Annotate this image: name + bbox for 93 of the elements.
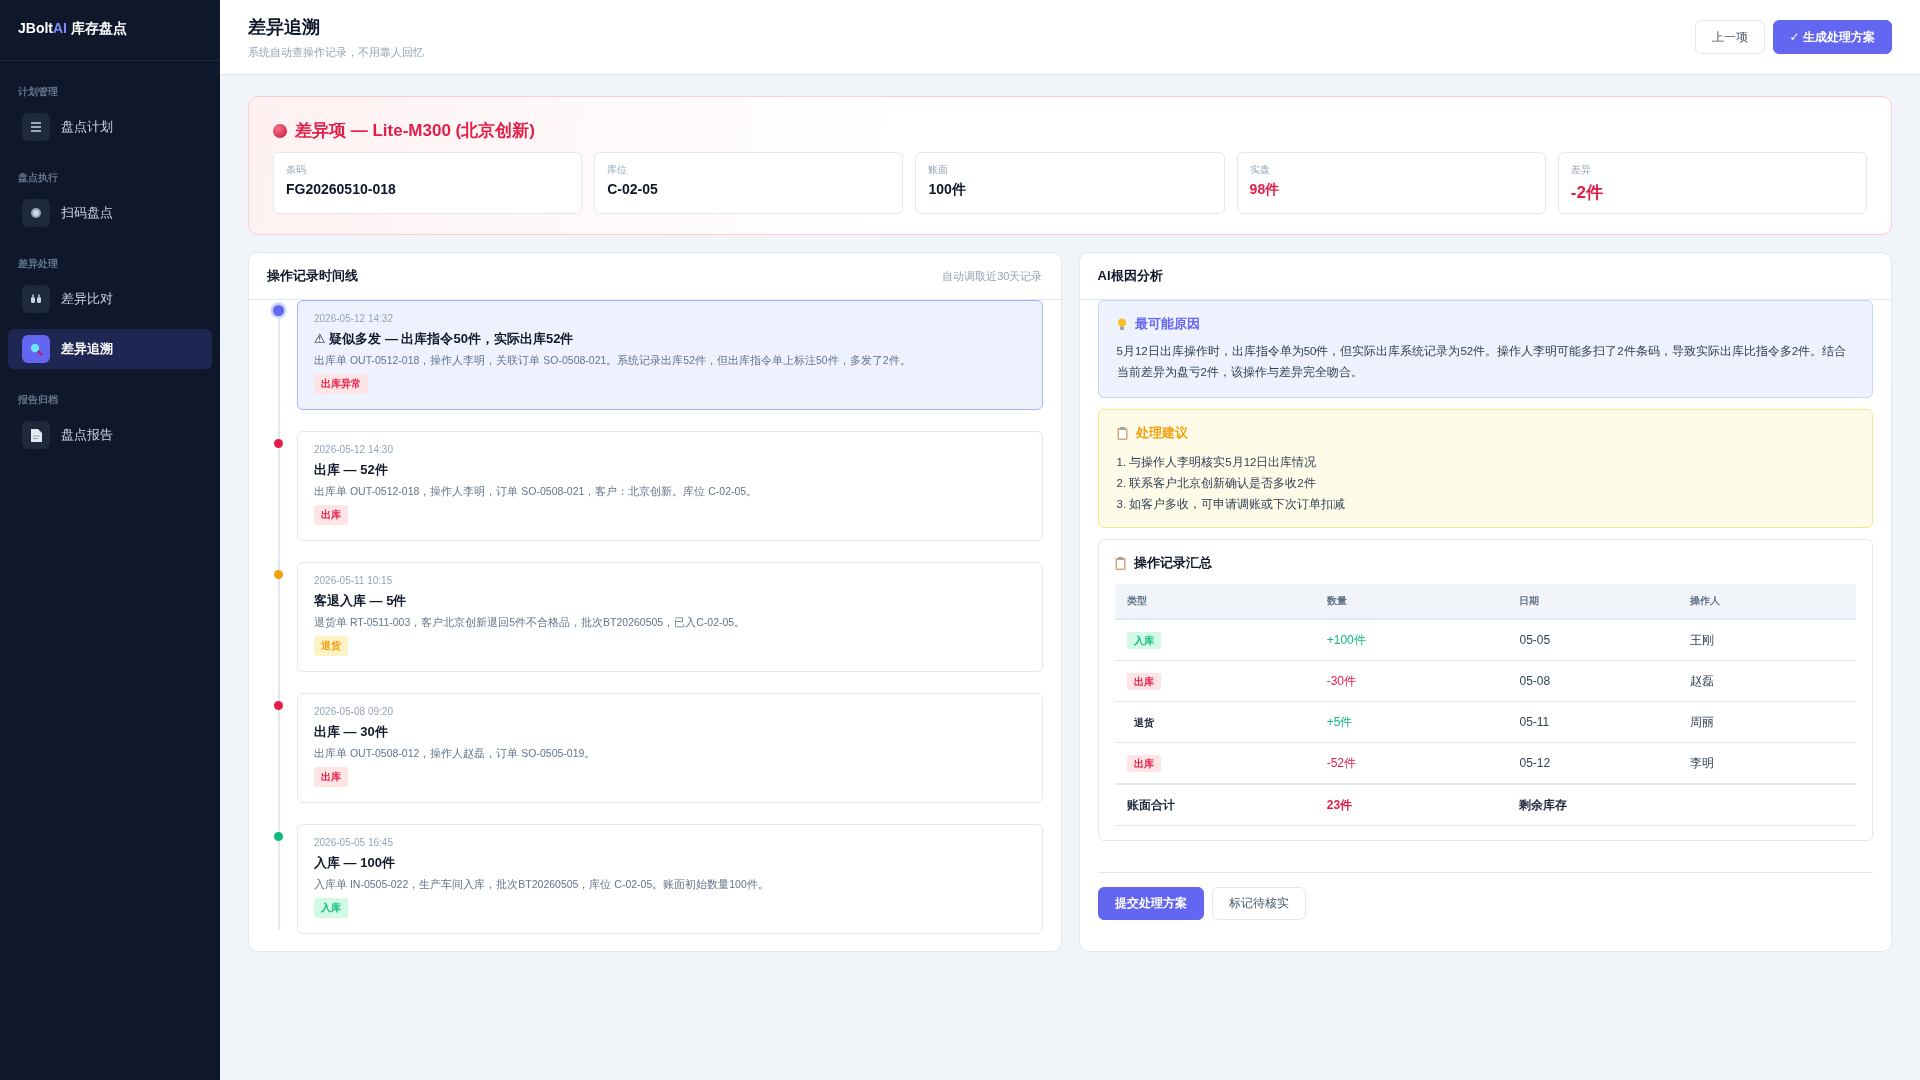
sidebar-item[interactable]: 盘点计划 bbox=[8, 107, 212, 147]
timeline-card[interactable]: 2026-05-12 14:30 出库 — 52件 出库单 OUT-0512-018，操作人李明，订单 SO-0508-021，客户：北京创新。库位 C-02-05。 出库 bbox=[297, 431, 1043, 541]
advice-item: 3. 如客户多收，可申请调账或下次订单扣减 bbox=[1116, 497, 1346, 512]
field-label: 库位 bbox=[607, 163, 628, 177]
search-icon bbox=[29, 342, 43, 356]
field-label: 账面 bbox=[928, 163, 949, 177]
table-cell: 账面合计 bbox=[1114, 784, 1315, 826]
advice-item: 2. 联系客户北京创新确认是否多收2件 bbox=[1116, 476, 1316, 491]
binoculars-icon bbox=[30, 294, 42, 304]
action-button[interactable]: 提交处理方案 bbox=[1097, 887, 1204, 920]
entry-detail: 退货单 RT-0511-003，客户北京创新退回5件不合格品，批次BT20260505，已入C-02-05。 bbox=[314, 616, 746, 630]
type-tag: 退货 bbox=[1126, 713, 1161, 731]
card-title: 最可能原因 bbox=[1134, 315, 1200, 333]
table-cell: 05-05 bbox=[1507, 619, 1678, 661]
table-cell: 05-12 bbox=[1507, 742, 1678, 784]
type-tag: 入库 bbox=[1126, 631, 1161, 649]
field-label: 条码 bbox=[286, 163, 306, 177]
entry-time: 2026-05-12 14:30 bbox=[314, 444, 393, 455]
field-value: C-02-05 bbox=[607, 181, 658, 197]
lightbulb-icon bbox=[1116, 317, 1127, 331]
header-button[interactable]: ✓ 生成处理方案 bbox=[1772, 20, 1892, 54]
entry-time: 2026-05-12 14:32 bbox=[314, 313, 393, 324]
entry-title: ⚠ 疑似多发 — 出库指令50件，实际出库52件 bbox=[314, 330, 574, 348]
section-label: 计划管理 bbox=[17, 85, 59, 99]
target-icon bbox=[30, 207, 42, 219]
table-cell: 赵磊 bbox=[1678, 660, 1856, 702]
field-value: 98件 bbox=[1249, 181, 1280, 199]
field-label: 实盘 bbox=[1249, 163, 1270, 177]
table-cell: -30件 bbox=[1314, 660, 1508, 702]
section-label: 盘点执行 bbox=[17, 171, 59, 185]
panel-title: 操作记录时间线 bbox=[267, 267, 358, 285]
timeline-card[interactable]: 2026-05-05 16:45 入库 — 100件 入库单 IN-0505-022，生产车间入库，批次BT20260505，库位 C-02-05。账面初始数量100件。 入库 bbox=[297, 824, 1043, 934]
entry-tag: 出库 bbox=[314, 767, 348, 787]
sidebar-item[interactable]: 盘点报告 bbox=[8, 415, 212, 455]
field-value: -2件 bbox=[1570, 182, 1603, 204]
sidebar-item[interactable]: 扫码盘点 bbox=[8, 193, 212, 233]
card-title: 处理建议 bbox=[1135, 424, 1188, 442]
entry-tag: 出库异常 bbox=[314, 374, 368, 394]
panel-note: 自动调取近30天记录 bbox=[942, 268, 1043, 284]
timeline-card[interactable]: 2026-05-12 14:32 ⚠ 疑似多发 — 出库指令50件，实际出库52件 出库单 OUT-0512-018，操作人李明，关联订单 SO-0508-021。系统记录出库52件，但出库指令单上标注50件，多发了2件。 出库异常 bbox=[297, 300, 1043, 410]
cause-text: 5月12日出库操作时，出库指令单为50件，但实际出库系统记录为52件。操作人李明可能多扫了2件条码，导致实际出库比指令多2件。结合当前差异为盘亏2件，该操作与差异完全吻合。 bbox=[1116, 344, 1848, 380]
table-cell: 周丽 bbox=[1678, 701, 1856, 743]
table-cell: 05-11 bbox=[1507, 701, 1678, 743]
table-cell: 王刚 bbox=[1678, 619, 1856, 661]
entry-tag: 出库 bbox=[314, 505, 348, 525]
type-tag: 出库 bbox=[1126, 672, 1161, 690]
field-value: FG20260510-018 bbox=[286, 181, 396, 197]
clipboard-icon bbox=[1114, 556, 1126, 570]
sidebar-item[interactable]: 差异比对 bbox=[8, 279, 212, 319]
entry-detail: 出库单 OUT-0508-012，操作人赵磊，订单 SO-0505-019。 bbox=[314, 747, 596, 761]
table-cell: 李明 bbox=[1678, 742, 1856, 784]
page-subtitle: 系统自动查操作记录，不用靠人回忆 bbox=[248, 44, 424, 60]
entry-detail: 出库单 OUT-0512-018，操作人李明，订单 SO-0508-021，客户：北京创新。库位 C-02-05。 bbox=[314, 485, 758, 499]
table-cell: +100件 bbox=[1314, 619, 1508, 661]
entry-title: 出库 — 52件 bbox=[314, 461, 388, 479]
timeline-card[interactable]: 2026-05-08 09:20 出库 — 30件 出库单 OUT-0508-012，操作人赵磊，订单 SO-0505-019。 出库 bbox=[297, 693, 1043, 803]
column-header: 类型 bbox=[1114, 584, 1315, 619]
page-title: 差异追溯 bbox=[248, 15, 321, 39]
sidebar-item[interactable]: 差异追溯 bbox=[8, 329, 212, 369]
discrepancy-title: 差异项 — Lite-M300 (北京创新) bbox=[295, 120, 535, 142]
list-icon bbox=[30, 122, 42, 132]
alert-dot-icon bbox=[273, 123, 287, 138]
table-cell: 23件 bbox=[1314, 784, 1508, 826]
column-header: 操作人 bbox=[1678, 584, 1856, 619]
section-label: 报告归档 bbox=[17, 393, 59, 407]
entry-title: 出库 — 30件 bbox=[314, 723, 388, 741]
type-tag: 出库 bbox=[1126, 754, 1161, 772]
entry-tag: 退货 bbox=[314, 636, 348, 656]
table-cell: -52件 bbox=[1314, 742, 1508, 784]
action-button[interactable]: 标记待核实 bbox=[1211, 887, 1306, 920]
entry-title: 客退入库 — 5件 bbox=[314, 592, 407, 610]
entry-time: 2026-05-05 16:45 bbox=[314, 837, 393, 848]
advice-item: 1. 与操作人李明核实5月12日出库情况 bbox=[1116, 455, 1317, 470]
table-cell: +5件 bbox=[1314, 701, 1508, 743]
entry-time: 2026-05-08 09:20 bbox=[314, 706, 393, 717]
table-cell: 05-08 bbox=[1507, 660, 1678, 702]
column-header: 日期 bbox=[1507, 584, 1678, 619]
entry-detail: 入库单 IN-0505-022，生产车间入库，批次BT20260505，库位 C-02-05。账面初始数量100件。 bbox=[314, 878, 769, 892]
entry-tag: 入库 bbox=[314, 898, 348, 918]
entry-time: 2026-05-11 10:15 bbox=[314, 575, 393, 586]
section-label: 差异处理 bbox=[17, 257, 59, 271]
field-value: 100件 bbox=[928, 181, 966, 199]
table-cell: 剩余库存 bbox=[1507, 784, 1678, 826]
column-header: 数量 bbox=[1314, 584, 1508, 619]
clipboard-icon bbox=[1116, 426, 1128, 440]
card-title: 操作记录汇总 bbox=[1133, 554, 1212, 572]
field-label: 差异 bbox=[1570, 163, 1591, 177]
timeline-card[interactable]: 2026-05-11 10:15 客退入库 — 5件 退货单 RT-0511-003，客户北京创新退回5件不合格品，批次BT20260505，已入C-02-05。 退货 bbox=[297, 562, 1043, 672]
entry-detail: 出库单 OUT-0512-018，操作人李明，关联订单 SO-0508-021。系统记录出库52件，但出库指令单上标注50件，多发了2件。 bbox=[314, 354, 911, 368]
header-button[interactable]: 上一项 bbox=[1694, 20, 1765, 54]
entry-title: 入库 — 100件 bbox=[314, 854, 395, 872]
panel-title: AI根因分析 bbox=[1097, 267, 1163, 285]
document-icon bbox=[30, 428, 42, 442]
